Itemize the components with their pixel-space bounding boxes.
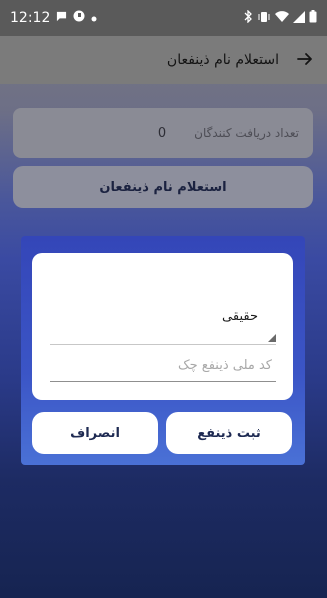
recipients-count-card: 0 تعداد دریافت کنندگان xyxy=(13,108,313,158)
dot-icon xyxy=(91,10,97,26)
recipients-count-value: 0 xyxy=(157,125,167,141)
status-left: 12:12 xyxy=(10,10,97,26)
status-time: 12:12 xyxy=(10,10,51,26)
inquiry-beneficiaries-button[interactable]: استعلام نام ذینفعان xyxy=(13,166,313,208)
person-type-select[interactable]: حقیقی xyxy=(50,301,276,345)
media-icon xyxy=(73,10,85,26)
person-type-selected: حقیقی xyxy=(222,309,258,324)
chat-bubble-icon xyxy=(56,10,67,26)
status-bar: 12:12 xyxy=(0,0,327,36)
status-right xyxy=(244,9,317,26)
wifi-icon xyxy=(275,10,289,26)
national-id-input[interactable] xyxy=(50,349,276,382)
dropdown-arrow-icon xyxy=(268,334,276,342)
dialog-form-card: حقیقی xyxy=(32,253,293,400)
app-bar: استعلام نام ذینفعان xyxy=(0,36,327,84)
signal-icon xyxy=(293,10,305,26)
arrow-right-icon[interactable] xyxy=(297,50,313,71)
vibrate-icon xyxy=(257,11,271,26)
submit-beneficiary-button[interactable]: ثبت ذینفع xyxy=(166,412,292,454)
page-title: استعلام نام ذینفعان xyxy=(166,52,279,68)
recipients-count-label: تعداد دریافت کنندگان xyxy=(194,126,299,140)
cancel-button[interactable]: انصراف xyxy=(32,412,158,454)
add-beneficiary-dialog: حقیقی انصراف ثبت ذینفع xyxy=(21,236,305,465)
bluetooth-icon xyxy=(244,9,253,26)
battery-icon xyxy=(309,10,317,26)
